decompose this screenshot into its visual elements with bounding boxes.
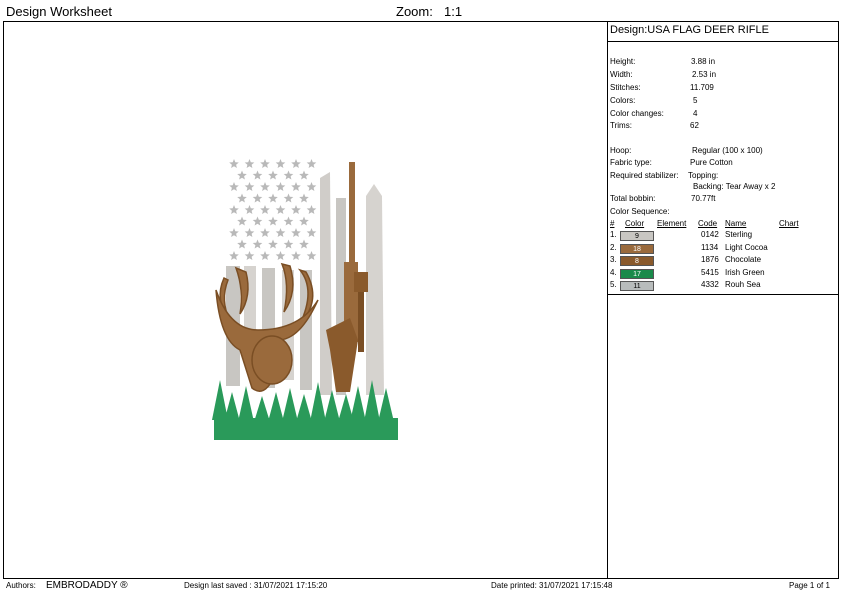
seq-row-code: 4332: [701, 280, 719, 289]
fabric-label: Fabric type:: [610, 158, 652, 167]
spec-value-height: 3.88 in: [691, 57, 716, 66]
seq-row-swatch: 8: [620, 256, 654, 266]
spec-value-colors: 5: [693, 96, 698, 105]
seq-row-number: 5.: [610, 280, 617, 289]
bobbin-label: Total bobbin:: [610, 194, 656, 203]
seq-header-element: Element: [657, 219, 687, 228]
seq-row-name: Sterling: [725, 230, 753, 239]
seq-row-number: 4.: [610, 267, 617, 277]
seq-row-swatch: 9: [620, 231, 654, 241]
sequence-title: Color Sequence:: [610, 207, 670, 216]
seq-row-number: 2.: [610, 242, 617, 252]
seq-row-swatch: 17: [620, 268, 654, 279]
spec-value-stitches: 11.709: [690, 83, 714, 92]
zoom-value: 1:1: [444, 4, 463, 19]
seq-row-name: Chocolate: [725, 255, 762, 264]
seq-row-code: 5415: [701, 267, 719, 277]
seq-row-swatch: 11: [620, 281, 654, 291]
design-name: Design:USA FLAG DEER RIFLE: [610, 24, 769, 36]
seq-header-color: Color: [625, 219, 645, 228]
seq-row-name: Irish Green: [725, 267, 765, 277]
stabilizer-label: Required stabilizer:: [610, 171, 679, 180]
seq-row-code: 1134: [701, 242, 719, 252]
seq-row-number: 1.: [610, 230, 617, 239]
spec-label-colors: Colors:: [610, 96, 636, 105]
seq-header-name: Name: [725, 219, 747, 228]
spec-label-trims: Trims:: [610, 121, 632, 130]
spec-label-height: Height:: [610, 57, 636, 66]
spec-value-color-changes: 4: [693, 109, 698, 118]
seq-row-number: 3.: [610, 255, 617, 264]
spec-value-width: 2.53 in: [692, 70, 717, 79]
stabilizer-topping: Topping:: [688, 171, 719, 180]
design-info-panel: Design:USA FLAG DEER RIFLE Height: 3.88 …: [608, 21, 839, 295]
fabric-value: Pure Cotton: [690, 158, 733, 167]
seq-row-swatch: 18: [620, 243, 654, 254]
stabilizer-backing: Backing: Tear Away x 2: [693, 182, 776, 191]
page-title: Design Worksheet: [6, 4, 112, 19]
seq-row-code: 1876: [701, 255, 719, 264]
seq-row-name: Light Cocoa: [725, 242, 768, 252]
divider: [608, 41, 839, 42]
hoop-value: Regular (100 x 100): [692, 146, 763, 155]
spec-value-trims: 62: [690, 121, 699, 130]
page-number: Page 1 of 1: [789, 581, 830, 590]
date-printed: Date printed: 31/07/2021 17:15:48: [491, 581, 613, 590]
authors-label: Authors:: [6, 581, 36, 590]
seq-header-chart: Chart: [779, 219, 799, 228]
seq-row-name: Rouh Sea: [725, 280, 761, 289]
bobbin-value: 70.77ft: [691, 194, 716, 203]
seq-header-code: Code: [698, 219, 718, 228]
authors-value: EMBRODADDY ®: [46, 580, 128, 591]
seq-row-code: 0142: [701, 230, 719, 239]
spec-label-color-changes: Color changes:: [610, 109, 664, 118]
seq-header-num: #: [610, 219, 615, 228]
spec-label-stitches: Stitches:: [610, 83, 641, 92]
last-saved: Design last saved : 31/07/2021 17:15:20: [184, 581, 328, 590]
spec-label-width: Width:: [610, 70, 633, 79]
zoom-label: Zoom:: [396, 4, 433, 19]
hoop-label: Hoop:: [610, 146, 632, 155]
